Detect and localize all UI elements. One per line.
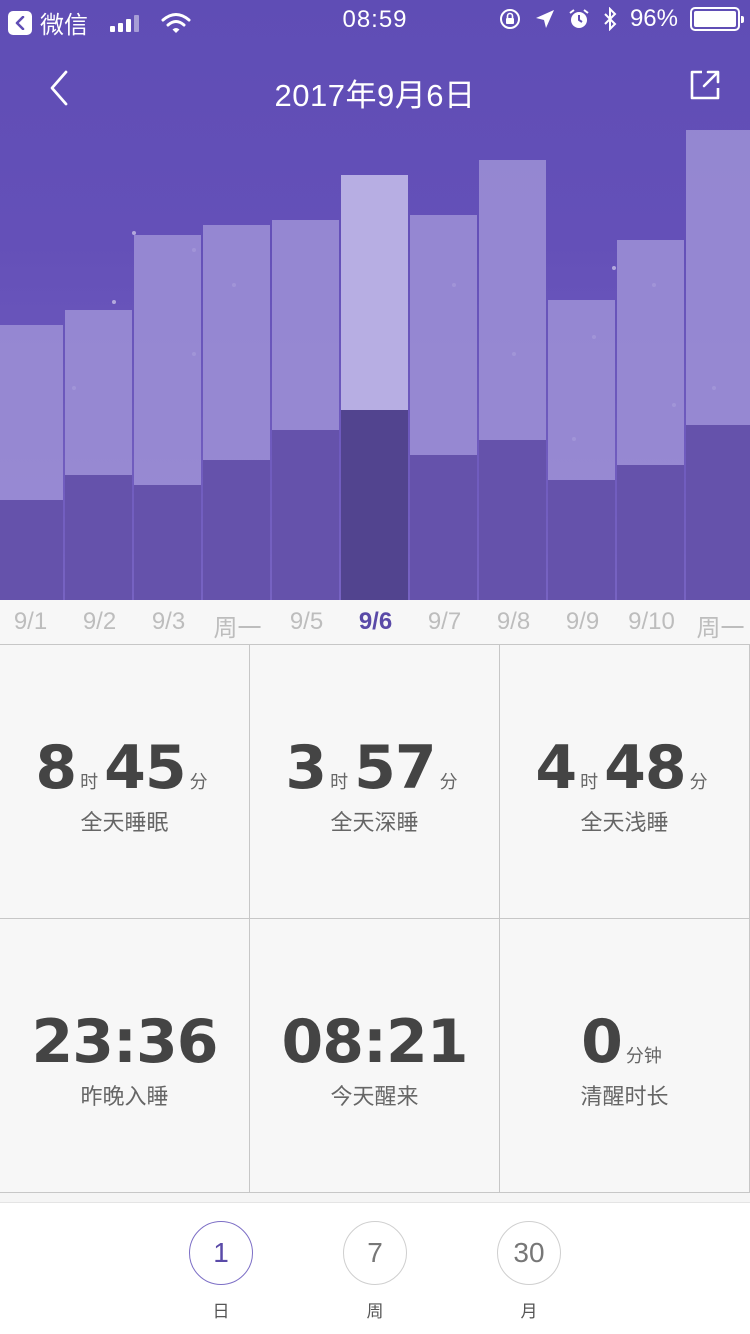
stat-unit: 分	[439, 772, 458, 792]
status-bar: 微信 08:59 96%	[0, 0, 750, 40]
deep-sleep-bar[interactable]	[65, 475, 132, 600]
stat-cell: 3 时 57 分全天深睡	[250, 645, 500, 919]
stat-cell: 23:36 昨晚入睡	[0, 919, 250, 1193]
deep-sleep-bar[interactable]	[0, 500, 63, 600]
light-sleep-bar[interactable]	[0, 325, 63, 500]
deep-sleep-bar[interactable]	[272, 430, 339, 600]
deep-sleep-bar[interactable]	[134, 485, 201, 600]
light-sleep-bar[interactable]	[617, 240, 684, 465]
range-tab-label: 日	[212, 1302, 230, 1321]
range-tab-circle[interactable]: 7	[343, 1221, 407, 1285]
bluetooth-icon	[604, 7, 617, 31]
battery-icon	[690, 7, 744, 31]
date-tick-label[interactable]: 9/9	[548, 608, 617, 636]
date-tick-label[interactable]: 9/2	[65, 608, 134, 636]
stat-value: 08:21	[250, 1007, 499, 1077]
stat-unit: 时	[80, 772, 99, 792]
sleep-stats-grid: 8 时 45 分全天睡眠 3 时 57 分全天深睡 4 时 48 分全天浅睡 23:36 昨晚入睡 08:2…	[0, 644, 750, 1193]
stat-label: 清醒时长	[580, 1084, 669, 1109]
stat-label: 昨晚入睡	[80, 1084, 169, 1109]
stat-label: 全天深睡	[330, 810, 419, 835]
date-tick-label[interactable]: 9/6	[341, 608, 410, 636]
stat-cell: 8 时 45 分全天睡眠	[0, 645, 250, 919]
date-tick-label[interactable]: 9/8	[479, 608, 548, 636]
light-sleep-bar[interactable]	[134, 235, 201, 485]
deep-sleep-bar[interactable]	[341, 410, 408, 600]
page-title: 2017年9月6日	[274, 78, 476, 113]
stat-value: 0 分钟	[500, 1007, 749, 1077]
date-tick-label[interactable]: 9/7	[410, 608, 479, 636]
light-sleep-bar[interactable]	[341, 175, 408, 410]
stat-value: 8 时 45 分	[0, 733, 249, 803]
stat-number: 08:21	[281, 1007, 469, 1077]
stat-number: 8	[35, 733, 77, 803]
date-tick-label[interactable]: 9/3	[134, 608, 203, 636]
date-tick-label[interactable]: 9/1	[0, 608, 65, 636]
stat-number: 45	[104, 733, 186, 803]
stat-cell: 08:21 今天醒来	[250, 919, 500, 1193]
range-tab-7[interactable]: 7周	[342, 1221, 408, 1322]
deep-sleep-bar[interactable]	[548, 480, 615, 600]
deep-sleep-bar[interactable]	[686, 425, 750, 600]
stat-value: 4 时 48 分	[500, 733, 749, 803]
deep-sleep-bar[interactable]	[617, 465, 684, 600]
range-tab-bar: 1 日 7 周 30 月	[0, 1202, 750, 1334]
light-sleep-bar[interactable]	[272, 220, 339, 430]
date-tick-label[interactable]: 9/10	[617, 608, 686, 636]
range-tab-label: 周	[366, 1302, 384, 1321]
range-tab-1[interactable]: 1日	[188, 1221, 254, 1322]
stat-unit: 时	[330, 772, 349, 792]
date-tick-label[interactable]: 周一	[203, 608, 272, 643]
date-tick-label[interactable]: 周一	[686, 608, 750, 643]
light-sleep-bar[interactable]	[410, 215, 477, 455]
alarm-icon	[569, 9, 589, 28]
stat-label: 全天睡眠	[80, 810, 169, 835]
light-sleep-bar[interactable]	[203, 225, 270, 460]
deep-sleep-bar[interactable]	[479, 440, 546, 600]
stat-cell: 4 时 48 分全天浅睡	[500, 645, 750, 919]
light-sleep-bar[interactable]	[479, 160, 546, 440]
stat-number: 23:36	[31, 1007, 219, 1077]
range-tab-30[interactable]: 30 月	[496, 1221, 562, 1322]
stat-number: 0	[581, 1007, 623, 1077]
date-tick-label[interactable]: 9/5	[272, 608, 341, 636]
sleep-chart-header: 微信 08:59 96% 2017年9月6日	[0, 0, 750, 600]
location-icon	[535, 10, 554, 28]
stat-number: 3	[285, 733, 327, 803]
date-axis: 9/1 9/2 9/3 周一 9/5 9/6 9/7 9/8 9/9 9/10 周一	[0, 600, 750, 644]
deep-sleep-bar[interactable]	[203, 460, 270, 600]
stat-value: 3 时 57 分	[250, 733, 499, 803]
stat-label: 今天醒来	[330, 1084, 419, 1109]
share-icon[interactable]	[688, 68, 722, 102]
range-tab-label: 月	[520, 1302, 538, 1321]
stat-cell: 0 分钟清醒时长	[500, 919, 750, 1193]
stat-number: 4	[535, 733, 577, 803]
deep-sleep-bar[interactable]	[410, 455, 477, 600]
stat-number: 48	[604, 733, 686, 803]
stat-unit: 分钟	[625, 1046, 662, 1066]
nav-bar: 2017年9月6日	[0, 60, 750, 120]
stat-unit: 分	[189, 772, 208, 792]
light-sleep-bar[interactable]	[548, 300, 615, 480]
stat-number: 57	[354, 733, 436, 803]
light-sleep-bar[interactable]	[65, 310, 132, 475]
stat-unit: 分	[689, 772, 708, 792]
light-sleep-bar[interactable]	[686, 130, 750, 425]
battery-percent: 96%	[629, 5, 678, 32]
stat-value: 23:36	[0, 1007, 249, 1077]
range-tab-circle[interactable]: 1	[189, 1221, 253, 1285]
stat-unit: 时	[580, 772, 599, 792]
range-tab-circle[interactable]: 30	[497, 1221, 561, 1285]
rotation-lock-icon	[499, 9, 520, 29]
stat-label: 全天浅睡	[580, 810, 669, 835]
